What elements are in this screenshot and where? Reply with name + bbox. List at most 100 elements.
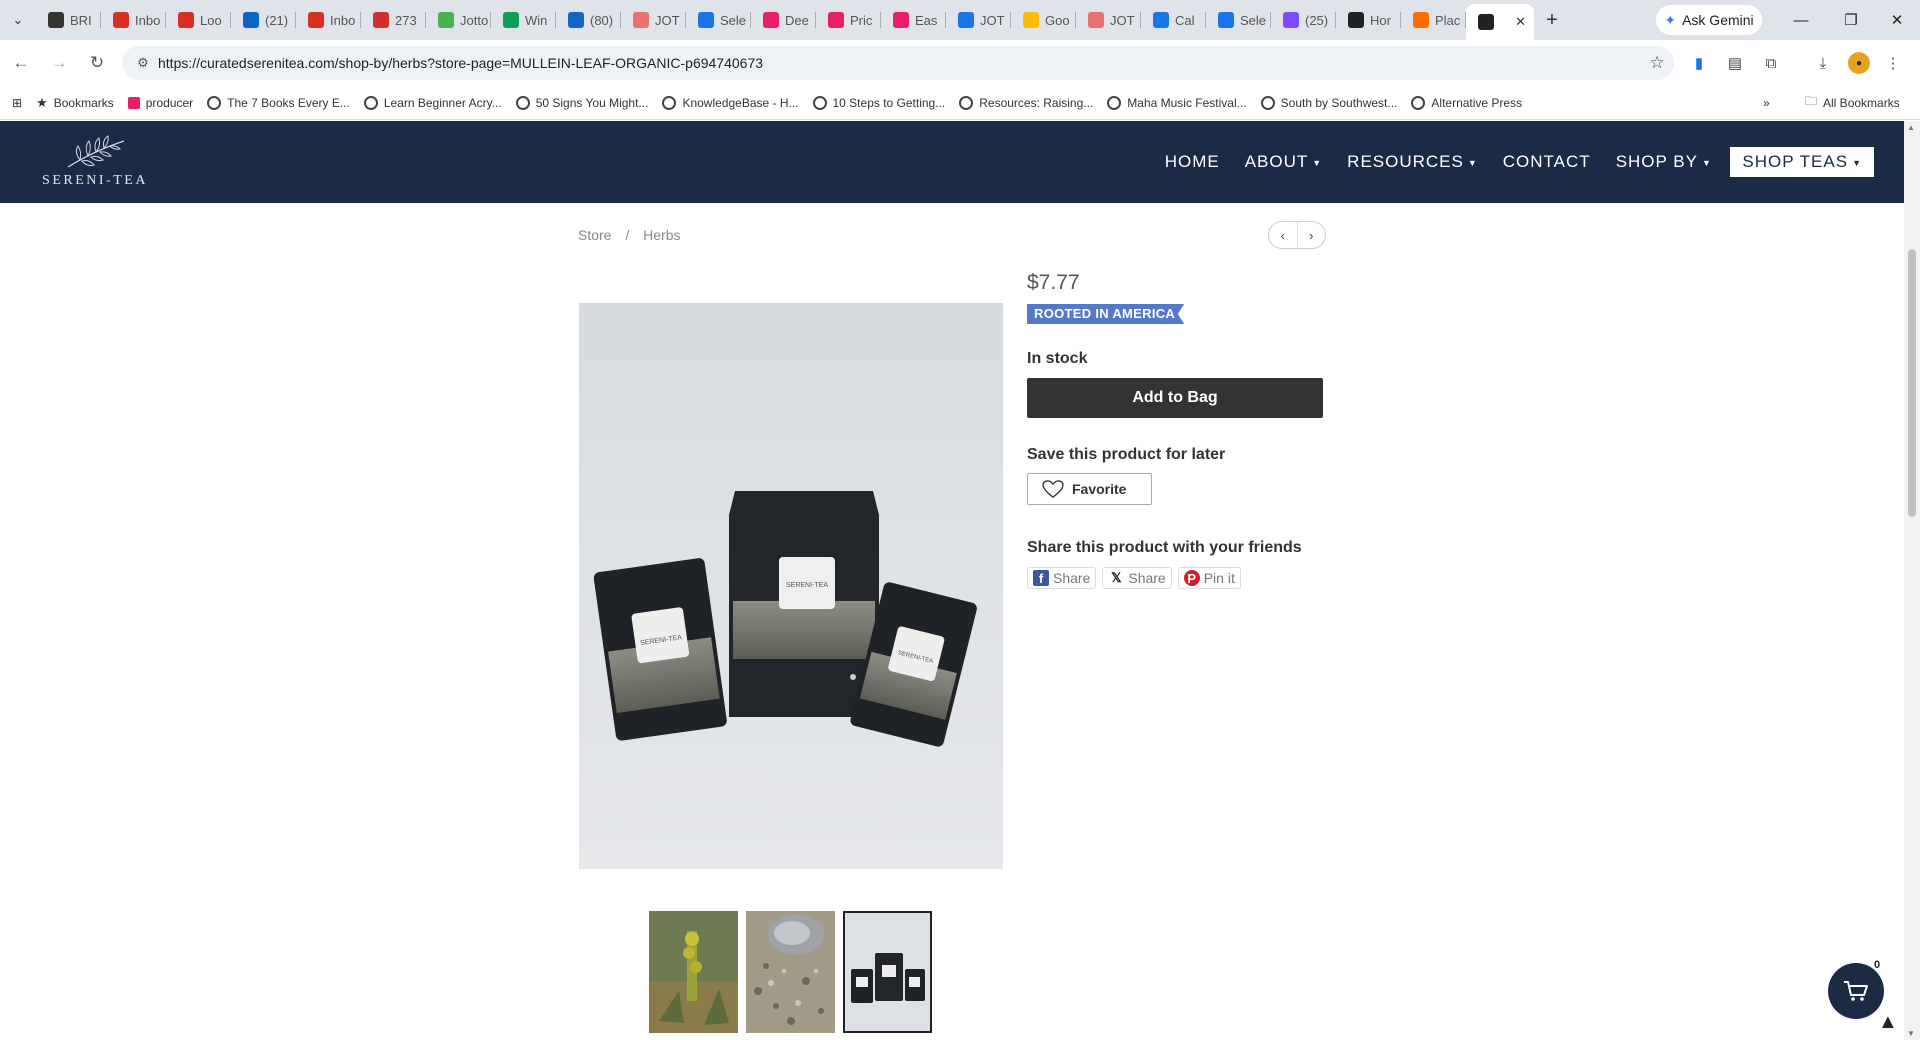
tab-title: Plac (1435, 12, 1461, 28)
meta-icon (568, 12, 584, 28)
browser-tab[interactable]: JOT (1076, 0, 1141, 40)
page-scrollbar[interactable]: ▲ ▼ (1904, 121, 1920, 1040)
nav-item-about[interactable]: ABOUT ▼ (1232, 152, 1334, 172)
nav-item-shop-teas[interactable]: SHOP TEAS ▼ (1730, 147, 1874, 177)
scroll-down-arrow-icon[interactable]: ▼ (1907, 1029, 1915, 1038)
scrollbar-thumb[interactable] (1908, 249, 1916, 517)
browser-tab[interactable]: Sele (1206, 0, 1271, 40)
bookmark-star-icon[interactable]: ☆ (1640, 53, 1674, 73)
pinterest-label: Pin it (1203, 570, 1235, 586)
browser-tab[interactable]: (25) (1271, 0, 1336, 40)
breadcrumb-store-link[interactable]: Store (578, 227, 611, 243)
browser-tab[interactable]: (80) (556, 0, 621, 40)
add-to-bag-button[interactable]: Add to Bag (1027, 378, 1323, 418)
previous-product-button[interactable]: ‹ (1269, 222, 1297, 248)
tab-title: JOT (1110, 12, 1135, 28)
tab-groups-icon[interactable]: ▤ (1722, 50, 1748, 76)
browser-tab[interactable]: Plac (1401, 0, 1466, 40)
browser-tab[interactable]: Loo (166, 0, 231, 40)
browser-tab[interactable]: BRI (36, 0, 101, 40)
reload-button[interactable]: ↻ (80, 46, 114, 80)
bookmarks-overflow-button[interactable]: » (1756, 89, 1777, 117)
bookmark-item[interactable]: KnowledgeBase - H... (655, 89, 805, 117)
bookmark-item[interactable]: Resources: Raising... (952, 89, 1100, 117)
browser-tab[interactable]: Inbo (101, 0, 166, 40)
browser-tab[interactable]: Eas (881, 0, 946, 40)
new-tab-button[interactable]: + (1534, 0, 1570, 40)
nav-item-contact[interactable]: CONTACT (1490, 152, 1603, 172)
next-product-button[interactable]: › (1298, 222, 1326, 248)
profile-avatar[interactable]: ● (1848, 52, 1870, 74)
x-share-button[interactable]: 𝕏 Share (1102, 567, 1172, 589)
extensions-icon[interactable]: ⧉ (1758, 50, 1784, 76)
favorite-button[interactable]: Favorite (1027, 473, 1152, 505)
nav-label: ABOUT (1244, 152, 1309, 171)
minimize-button[interactable]: — (1778, 0, 1824, 40)
ask-gemini-label: Ask Gemini (1682, 12, 1754, 28)
restore-button[interactable]: ❐ (1828, 0, 1874, 40)
bookmark-item[interactable]: The 7 Books Every E... (200, 89, 357, 117)
address-bar[interactable]: ⚙ https://curatedserenitea.com/shop-by/h… (122, 46, 1674, 80)
browser-tab[interactable]: Dee (751, 0, 816, 40)
bookmark-item[interactable]: Alternative Press (1404, 89, 1529, 117)
deel-icon (127, 96, 140, 109)
browser-tab[interactable]: Win (491, 0, 556, 40)
browser-tab[interactable]: ✕ (1466, 4, 1534, 40)
site-logo[interactable]: SERENI-TEA (40, 135, 150, 191)
bookmark-item[interactable]: producer (121, 89, 200, 117)
ask-gemini-button[interactable]: ✦ Ask Gemini (1656, 5, 1762, 35)
downloads-icon[interactable]: ⤓ (1810, 50, 1836, 76)
heart-icon (1042, 480, 1064, 498)
nav-item-shop-by[interactable]: SHOP BY ▼ (1603, 152, 1724, 172)
pinterest-button[interactable]: P Pin it (1177, 567, 1241, 589)
product-price: $7.77 (1027, 271, 1080, 294)
pin-icon (438, 12, 454, 28)
tab-search-chevron-icon[interactable]: ⌄ (0, 0, 36, 40)
nav-item-home[interactable]: HOME (1152, 152, 1232, 172)
reading-mode-icon[interactable]: ▮ (1686, 50, 1712, 76)
bookmark-item[interactable]: Maha Music Festival... (1100, 89, 1253, 117)
scroll-to-top-button[interactable]: ▲ (1878, 1011, 1898, 1034)
tab-title: Sele (1240, 12, 1267, 28)
mullein-plant-thumbnail[interactable] (649, 911, 738, 1033)
share-buttons: f Share 𝕏 Share P Pin it (1027, 567, 1241, 589)
bookmark-item[interactable]: Learn Beginner Acry... (357, 89, 509, 117)
breadcrumb-herbs-link[interactable]: Herbs (643, 227, 680, 243)
close-window-button[interactable]: ✕ (1874, 0, 1920, 40)
browser-tab[interactable]: Hor (1336, 0, 1401, 40)
url-text[interactable]: https://curatedserenitea.com/shop-by/her… (158, 55, 1640, 71)
forward-button[interactable]: → (42, 46, 76, 80)
bookmark-item[interactable]: ★ Bookmarks (29, 89, 121, 117)
packaging-thumbnail[interactable] (843, 911, 932, 1033)
scroll-up-arrow-icon[interactable]: ▲ (1907, 123, 1915, 132)
browser-tab[interactable]: Pric (816, 0, 881, 40)
facebook-share-button[interactable]: f Share (1027, 567, 1097, 589)
apps-grid-icon[interactable]: ⊞ (0, 89, 29, 117)
cart-button[interactable] (1828, 963, 1884, 1019)
product-main-image[interactable]: SERENI-TEA SERENI-TEA SERENI-TEA (579, 303, 1003, 869)
globe-icon (1411, 95, 1426, 110)
browser-tab[interactable]: Goo (1011, 0, 1076, 40)
browser-tab[interactable]: Jotto (426, 0, 491, 40)
close-tab-icon[interactable]: ✕ (1515, 14, 1526, 30)
browser-tab[interactable]: JOT (946, 0, 1011, 40)
nav-item-resources[interactable]: RESOURCES ▼ (1335, 152, 1491, 172)
all-bookmarks-button[interactable]: 🗀 All Bookmarks (1798, 89, 1907, 117)
dried-leaf-thumbnail[interactable] (746, 911, 835, 1033)
bookmark-item[interactable]: 50 Signs You Might... (509, 89, 656, 117)
bookmark-item[interactable]: South by Southwest... (1254, 89, 1405, 117)
gmail-icon (308, 12, 324, 28)
browser-tab[interactable]: Cal (1141, 0, 1206, 40)
browser-tab[interactable]: JOT (621, 0, 686, 40)
nav-label: SHOP TEAS (1742, 152, 1849, 171)
browser-tab[interactable]: Sele (686, 0, 751, 40)
browser-tab[interactable]: (21) (231, 0, 296, 40)
menu-icon[interactable]: ⋮ (1880, 50, 1906, 76)
browser-tab[interactable]: 273 (361, 0, 426, 40)
back-button[interactable]: ← (4, 46, 38, 80)
tab-title: Dee (785, 12, 809, 28)
bookmark-item[interactable]: 10 Steps to Getting... (806, 89, 953, 117)
dried-leaf-photo (746, 911, 835, 1033)
site-info-icon[interactable]: ⚙ (128, 55, 158, 71)
browser-tab[interactable]: Inbo (296, 0, 361, 40)
